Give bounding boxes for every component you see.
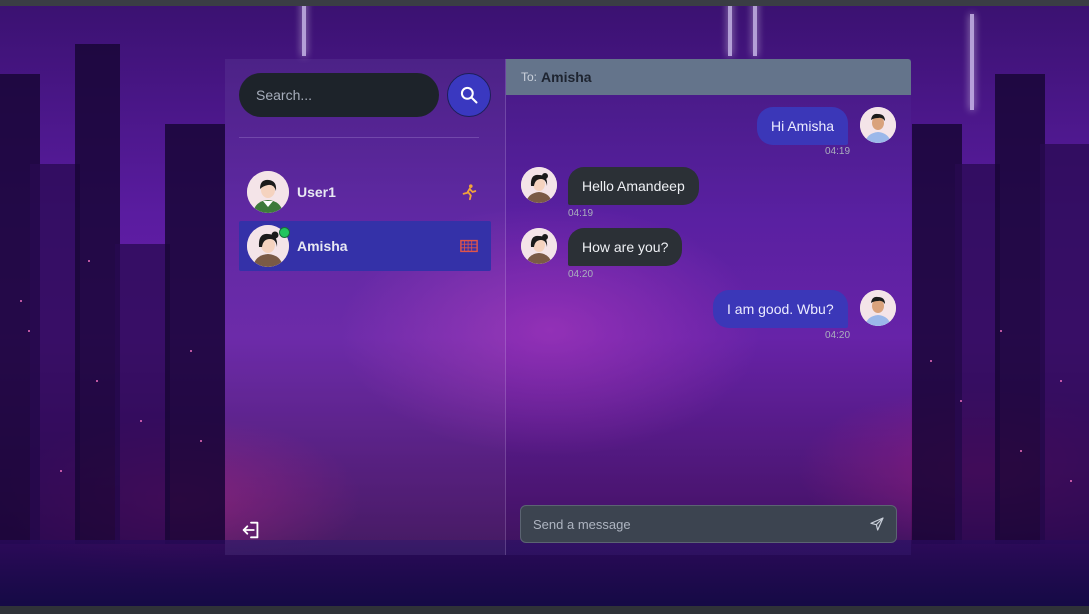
conversation-item-user1[interactable]: User1 — [239, 167, 491, 217]
message-incoming: How are you? — [521, 228, 683, 266]
running-person-icon — [462, 184, 477, 201]
sidebar: User1 Amisha — [225, 59, 505, 555]
online-indicator — [279, 227, 290, 238]
message-bubble: Hello Amandeep — [568, 167, 699, 205]
avatar — [859, 290, 896, 326]
light-beam — [728, 0, 732, 56]
goal-net-icon — [460, 239, 478, 253]
message-time: 04:20 — [568, 269, 594, 280]
message-outgoing: I am good. Wbu? — [713, 290, 896, 328]
message-incoming: Hello Amandeep — [521, 167, 699, 205]
light-beam — [753, 0, 757, 56]
sidebar-divider — [239, 137, 479, 138]
to-label: To: — [521, 70, 538, 84]
search-button[interactable] — [447, 73, 491, 117]
message-bubble: I am good. Wbu? — [713, 290, 848, 328]
light-beam — [302, 0, 306, 56]
status-emoji — [459, 236, 479, 256]
building — [115, 244, 170, 544]
window-top-bar — [0, 0, 1089, 6]
building — [165, 124, 225, 544]
message-outgoing: Hi Amisha — [757, 107, 897, 145]
send-button[interactable] — [868, 515, 886, 533]
search-box — [239, 73, 439, 117]
message-bubble: How are you? — [568, 228, 683, 266]
avatar — [521, 167, 557, 203]
building — [30, 164, 80, 544]
status-emoji — [459, 182, 479, 202]
search-icon — [460, 86, 478, 104]
logout-icon — [242, 521, 259, 539]
message-time: 04:20 — [825, 330, 851, 341]
chat-app-panel: User1 Amisha — [225, 59, 911, 555]
avatar — [860, 107, 897, 143]
chat-area: To: Amisha Hi Amisha 04:19 Hello Amandee… — [506, 59, 911, 555]
message-time: 04:19 — [568, 208, 594, 219]
send-icon — [870, 517, 884, 531]
logout-button[interactable] — [240, 519, 262, 541]
avatar — [247, 171, 289, 213]
building — [995, 74, 1045, 544]
message-time: 04:19 — [825, 146, 851, 157]
message-composer — [520, 505, 897, 543]
chat-header: To: Amisha — [506, 59, 911, 95]
conversation-name: User1 — [297, 184, 336, 200]
light-beam — [970, 14, 974, 110]
recipient-name: Amisha — [541, 69, 592, 85]
conversation-item-amisha[interactable]: Amisha — [239, 221, 491, 271]
message-input[interactable] — [531, 515, 868, 533]
window-bottom-bar — [0, 606, 1089, 614]
building — [75, 44, 120, 544]
message-bubble: Hi Amisha — [757, 107, 849, 145]
building — [1040, 144, 1089, 544]
avatar — [521, 228, 557, 264]
search-input[interactable] — [254, 86, 424, 104]
conversation-name: Amisha — [297, 238, 348, 254]
building — [955, 164, 1000, 544]
